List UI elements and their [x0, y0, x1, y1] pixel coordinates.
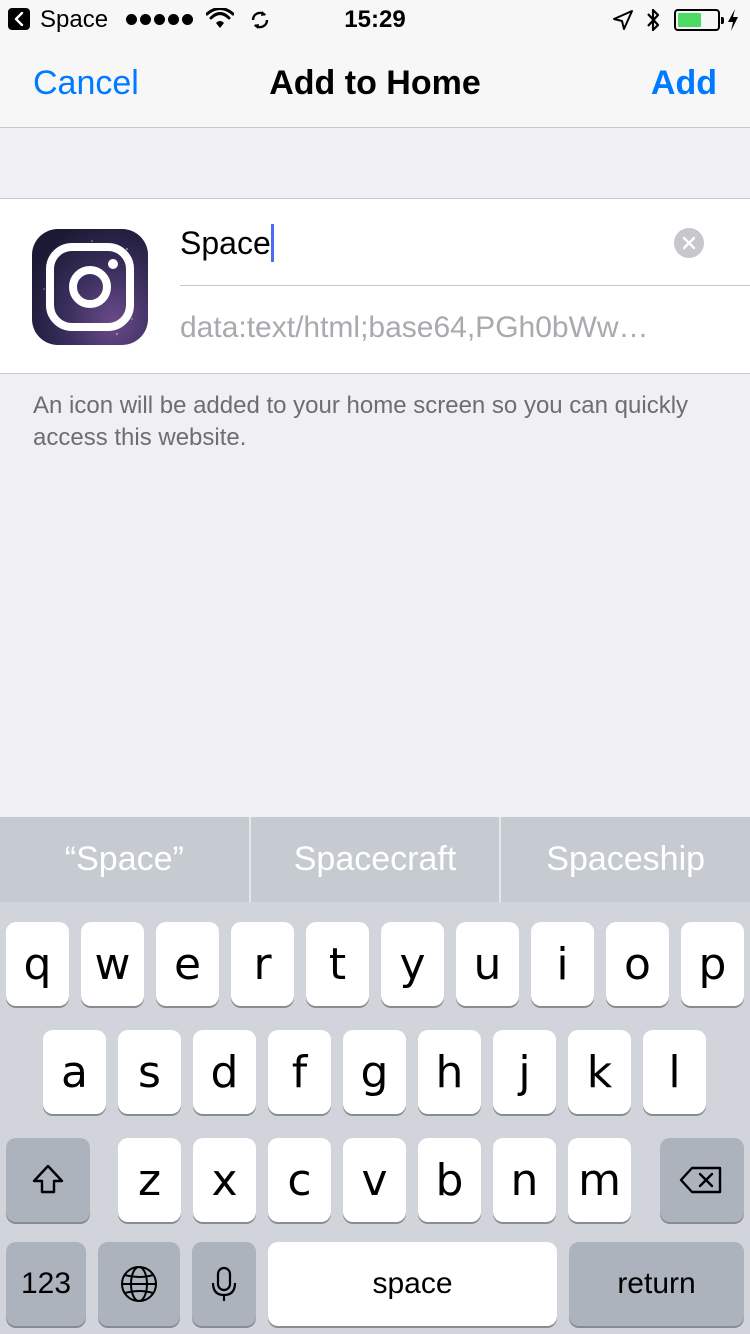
key-c[interactable]: c — [268, 1138, 331, 1222]
status-bar: Space 15:29 — [0, 0, 750, 40]
key-x[interactable]: x — [193, 1138, 256, 1222]
key-n[interactable]: n — [493, 1138, 556, 1222]
bookmark-form: Space data:text/html;base64,PGh0bWw… — [0, 198, 750, 374]
delete-icon — [679, 1166, 722, 1194]
predictive-bar: “Space” Spacecraft Spaceship — [0, 817, 750, 902]
field-divider — [180, 285, 750, 286]
title-input-value: Space — [180, 224, 271, 261]
globe-key[interactable] — [98, 1242, 180, 1326]
key-s[interactable]: s — [118, 1030, 181, 1114]
suggestion-item[interactable]: Spaceship — [501, 817, 750, 902]
key-g[interactable]: g — [343, 1030, 406, 1114]
space-key[interactable]: space — [268, 1242, 557, 1326]
key-t[interactable]: t — [306, 922, 369, 1006]
globe-icon — [121, 1266, 157, 1302]
instagram-camera-icon — [32, 229, 148, 345]
key-w[interactable]: w — [81, 922, 144, 1006]
mic-key[interactable] — [192, 1242, 256, 1326]
key-e[interactable]: e — [156, 922, 219, 1006]
shift-key[interactable] — [6, 1138, 90, 1222]
status-time: 15:29 — [344, 6, 406, 33]
key-d[interactable]: d — [193, 1030, 256, 1114]
microphone-icon — [211, 1266, 237, 1301]
key-j[interactable]: j — [493, 1030, 556, 1114]
add-button[interactable]: Add — [651, 64, 717, 103]
key-h[interactable]: h — [418, 1030, 481, 1114]
key-m[interactable]: m — [568, 1138, 631, 1222]
key-f[interactable]: f — [268, 1030, 331, 1114]
delete-key[interactable] — [660, 1138, 744, 1222]
text-caret — [270, 224, 274, 262]
numbers-key[interactable]: 123 — [6, 1242, 86, 1326]
key-b[interactable]: b — [418, 1138, 481, 1222]
key-i[interactable]: i — [531, 922, 594, 1006]
clear-text-icon[interactable] — [674, 228, 704, 258]
battery-icon — [674, 9, 724, 31]
key-y[interactable]: y — [381, 922, 444, 1006]
title-input[interactable]: Space — [180, 223, 710, 263]
key-q[interactable]: q — [6, 922, 69, 1006]
charging-bolt-icon — [728, 9, 738, 31]
keyboard: q w e r t y u i o p a s d f g h j k l z … — [0, 902, 750, 1334]
key-z[interactable]: z — [118, 1138, 181, 1222]
shift-icon — [32, 1164, 64, 1194]
key-l[interactable]: l — [643, 1030, 706, 1114]
key-p[interactable]: p — [681, 922, 744, 1006]
key-o[interactable]: o — [606, 922, 669, 1006]
key-r[interactable]: r — [231, 922, 294, 1006]
location-arrow-icon — [613, 10, 633, 30]
key-a[interactable]: a — [43, 1030, 106, 1114]
return-key[interactable]: return — [569, 1242, 744, 1326]
bluetooth-icon — [647, 8, 660, 32]
key-u[interactable]: u — [456, 922, 519, 1006]
suggestion-item[interactable]: “Space” — [0, 817, 251, 902]
hint-text: An icon will be added to your home scree… — [33, 392, 689, 451]
page-title: Add to Home — [269, 64, 481, 102]
key-k[interactable]: k — [568, 1030, 631, 1114]
suggestion-item[interactable]: Spacecraft — [251, 817, 502, 902]
nav-bar: Cancel Add to Home Add — [0, 40, 750, 128]
key-v[interactable]: v — [343, 1138, 406, 1222]
url-field: data:text/html;base64,PGh0bWw… — [180, 311, 649, 344]
